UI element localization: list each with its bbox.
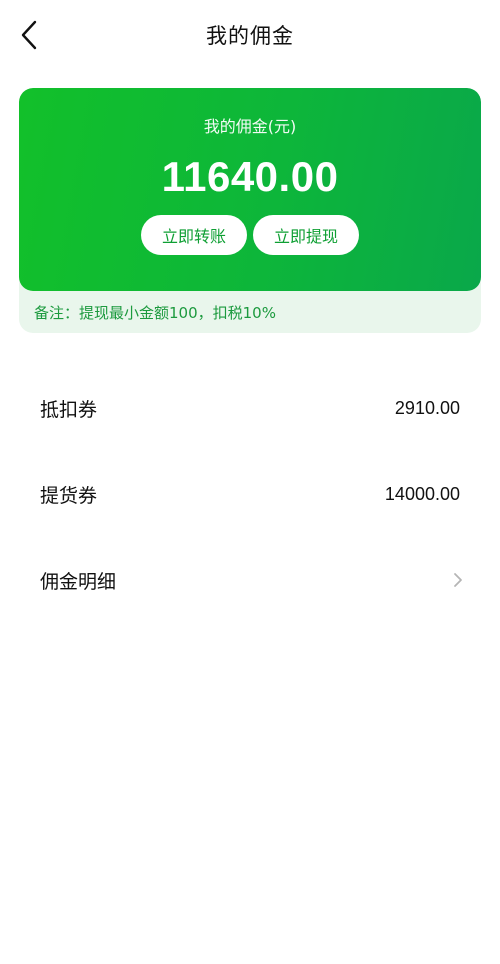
list-item-pickup-voucher[interactable]: 提货券 14000.00 [0,451,500,537]
withdraw-note: 备注：提现最小金额100，扣税10% [34,303,276,322]
list-item-deduction-voucher[interactable]: 抵扣券 2910.00 [0,365,500,451]
list-item-label: 提货券 [40,484,98,507]
commission-label: 我的佣金(元) [203,117,297,136]
list-item-value: 14000.00 [384,483,460,504]
back-button[interactable] [14,18,44,52]
list-item-label: 佣金明细 [40,570,117,593]
card-actions: 立即转账 立即提现 [141,215,359,255]
withdraw-button[interactable]: 立即提现 [253,215,359,255]
commission-list: 抵扣券 2910.00 提货券 14000.00 佣金明细 [0,365,500,623]
list-item-commission-details[interactable]: 佣金明细 [0,537,500,623]
commission-summary: 我的佣金(元) 11640.00 立即转账 立即提现 [19,88,481,291]
commission-amount: 11640.00 [161,153,339,200]
list-item-label: 抵扣券 [40,398,98,421]
transfer-button[interactable]: 立即转账 [141,215,247,255]
chevron-left-icon [21,20,37,50]
list-item-value: 2910.00 [394,397,460,418]
page-title: 我的佣金 [206,24,294,48]
chevron-right-icon [454,573,462,587]
top-bar: 我的佣金 [0,0,500,70]
commission-card: 我的佣金(元) 11640.00 立即转账 立即提现 备注：提现最小金额100，… [19,88,481,333]
